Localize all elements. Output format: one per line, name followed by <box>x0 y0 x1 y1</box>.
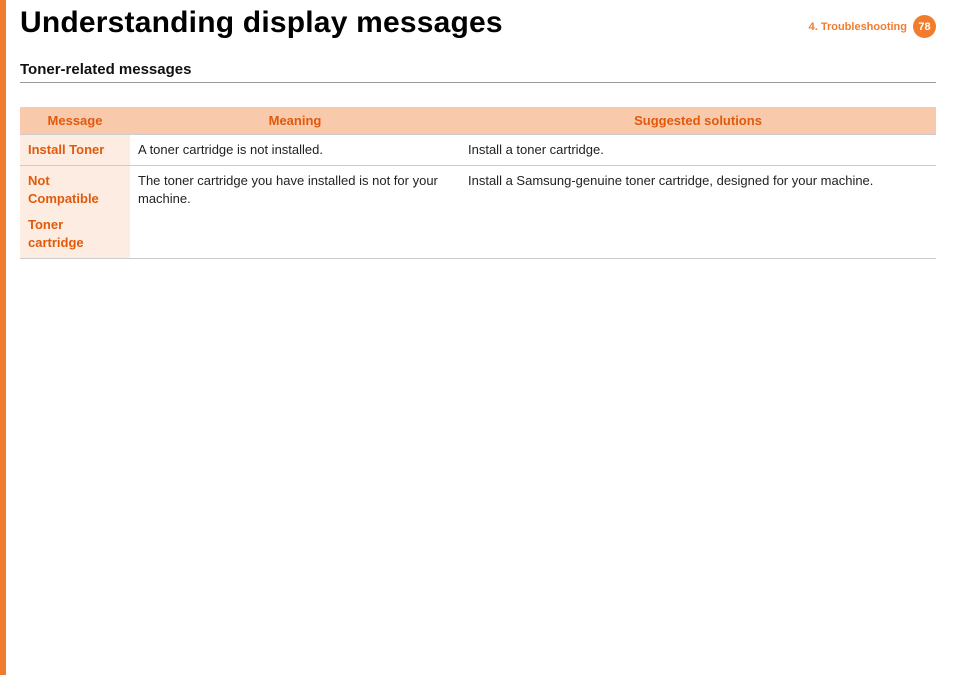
table-row: Not Compatible Toner cartridge The toner… <box>20 165 936 259</box>
cell-meaning: A toner cartridge is not installed. <box>130 134 460 165</box>
message-main: Install Toner <box>28 142 104 157</box>
table-header-row: Message Meaning Suggested solutions <box>20 107 936 135</box>
document-page: Understanding display messages 4. Troubl… <box>0 0 954 675</box>
page-title: Understanding display messages <box>20 6 503 41</box>
col-meaning: Meaning <box>130 107 460 135</box>
cell-meaning: The toner cartridge you have installed i… <box>130 165 460 259</box>
table-row: Install Toner A toner cartridge is not i… <box>20 134 936 165</box>
message-sub: Toner cartridge <box>28 216 122 252</box>
cell-solutions: Install a Samsung-genuine toner cartridg… <box>460 165 936 259</box>
chapter-label: 4. Troubleshooting <box>809 21 907 33</box>
col-solutions: Suggested solutions <box>460 107 936 135</box>
cell-message: Install Toner <box>20 134 130 165</box>
messages-table: Message Meaning Suggested solutions Inst… <box>20 107 936 260</box>
cell-solutions: Install a toner cartridge. <box>460 134 936 165</box>
col-message: Message <box>20 107 130 135</box>
cell-message: Not Compatible Toner cartridge <box>20 165 130 259</box>
page-header: Understanding display messages 4. Troubl… <box>6 0 954 41</box>
section: Toner-related messages Message Meaning S… <box>6 41 954 260</box>
section-title: Toner-related messages <box>20 61 936 83</box>
chapter-crumb: 4. Troubleshooting 78 <box>809 6 936 38</box>
message-main: Not Compatible <box>28 173 99 206</box>
page-number-badge: 78 <box>913 15 936 38</box>
